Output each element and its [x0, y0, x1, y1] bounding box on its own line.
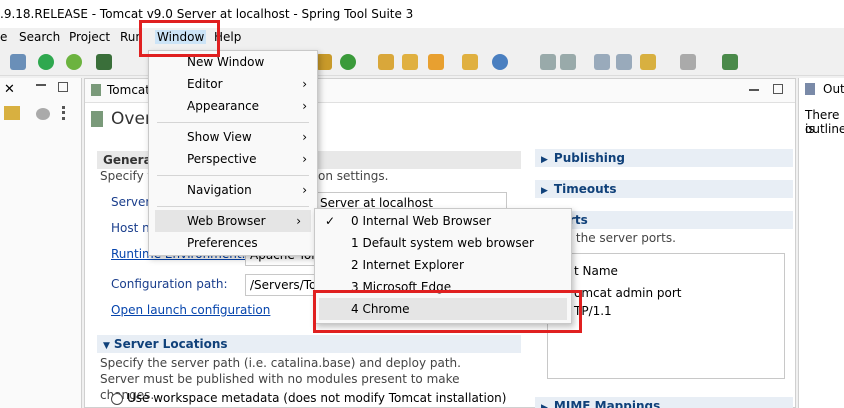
checkmark-icon: ✓: [325, 214, 336, 228]
server-locations-title: Server Locations: [113, 337, 228, 351]
pin-icon[interactable]: [10, 54, 26, 70]
menu-item-editor[interactable]: Editor ›: [149, 73, 317, 95]
chevron-right-icon: ›: [302, 152, 307, 166]
highlight-chrome-option: [313, 290, 582, 333]
window-menu: New Window Editor › Appearance › Show View…: [148, 50, 318, 256]
window-title: .9.18.RELEASE - Tomcat v9.0 Server at lo…: [0, 0, 844, 28]
browser-option-default[interactable]: 1 Default system web browser: [315, 232, 571, 254]
menu-item-preferences[interactable]: Preferences: [149, 232, 317, 254]
chevron-right-icon: ›: [302, 77, 307, 91]
menu-search[interactable]: Search: [19, 30, 60, 44]
menu-item-navigation[interactable]: Navigation ›: [149, 179, 317, 201]
collapse-icon: ▶: [541, 155, 548, 165]
main-toolbar: [0, 50, 844, 76]
outline-text-2: outline.: [805, 122, 844, 136]
folder-icon[interactable]: [402, 54, 418, 70]
menu-item-appearance[interactable]: Appearance ›: [149, 95, 317, 117]
menu-separator: [157, 122, 309, 123]
menu-bar: e Search Project Run Window Help: [0, 28, 844, 50]
debug-icon[interactable]: [96, 54, 112, 70]
table-row[interactable]: omcat admin port: [574, 286, 682, 300]
annotation-icon[interactable]: [540, 54, 556, 70]
menu-separator: [157, 206, 309, 207]
menu-project[interactable]: Project: [69, 30, 110, 44]
configuration-path-label: Configuration path:: [111, 277, 228, 291]
perspective-icon[interactable]: [722, 54, 738, 70]
outline-panel: Out There is outline.: [798, 78, 844, 408]
menu-item-show-view[interactable]: Show View ›: [149, 126, 317, 148]
outline-tab[interactable]: Out: [823, 82, 844, 96]
view-menu-icon[interactable]: [62, 106, 66, 120]
collapse-icon: ▶: [541, 186, 548, 196]
spring-icon[interactable]: [66, 54, 82, 70]
link-editor-icon[interactable]: [4, 106, 20, 120]
chevron-right-icon: ›: [302, 183, 307, 197]
power-icon[interactable]: [38, 54, 54, 70]
publishing-header[interactable]: ▶ Publishing: [535, 149, 793, 167]
expand-icon: ▼: [103, 341, 110, 351]
left-panel: ✕: [0, 78, 82, 408]
outline-icon: [805, 83, 815, 95]
minimize-icon[interactable]: [36, 84, 46, 86]
server-label: Server: [111, 195, 151, 209]
close-icon[interactable]: ✕: [4, 82, 15, 97]
browser-option-internal[interactable]: ✓ 0 Internal Web Browser: [315, 210, 571, 232]
next-edit-icon[interactable]: [616, 54, 632, 70]
open-launch-configuration-link[interactable]: Open launch configuration: [111, 303, 270, 317]
timeouts-header[interactable]: ▶ Timeouts: [535, 180, 793, 198]
browser-option-ie[interactable]: 2 Internet Explorer: [315, 254, 571, 276]
chevron-right-icon: ›: [302, 130, 307, 144]
chevron-right-icon: ›: [296, 214, 301, 228]
minimize-icon[interactable]: [749, 89, 759, 91]
overview-icon: [91, 111, 103, 127]
globe-icon[interactable]: [492, 54, 508, 70]
chevron-right-icon: ›: [302, 99, 307, 113]
open-task-icon[interactable]: [462, 54, 478, 70]
workspace-metadata-radio[interactable]: [111, 393, 123, 405]
menu-separator: [157, 175, 309, 176]
maximize-icon[interactable]: [773, 84, 783, 94]
server-icon: [91, 84, 101, 96]
filter-icon[interactable]: [36, 108, 50, 120]
back-icon[interactable]: [640, 54, 656, 70]
server-locations-header[interactable]: ▼ Server Locations: [97, 335, 521, 353]
next-annotation-icon[interactable]: [560, 54, 576, 70]
general-desc: Specify t: [100, 169, 153, 183]
open-folder-icon[interactable]: [378, 54, 394, 70]
menu-item-perspective[interactable]: Perspective ›: [149, 148, 317, 170]
package-icon[interactable]: [316, 54, 332, 70]
ports-header[interactable]: rts: [535, 211, 793, 229]
highlight-window-menu: [139, 20, 220, 57]
run-config-icon[interactable]: [340, 54, 356, 70]
page-title: Over: [111, 109, 152, 129]
prev-edit-icon[interactable]: [594, 54, 610, 70]
general-desc-suffix: on settings.: [318, 169, 389, 183]
maximize-icon[interactable]: [58, 82, 68, 92]
ports-desc: y the server ports.: [565, 231, 676, 245]
editor-tab[interactable]: Tomcat: [107, 83, 150, 97]
menu-item-web-browser[interactable]: Web Browser ›: [155, 210, 311, 232]
wand-icon[interactable]: [428, 54, 444, 70]
ports-table: t Name omcat admin port TP/1.1: [547, 253, 785, 379]
port-name-column: t Name: [574, 264, 618, 278]
workspace-metadata-label: Use workspace metadata (does not modify …: [127, 391, 507, 405]
menu-edit[interactable]: e: [0, 30, 7, 44]
collapse-icon: ▶: [541, 403, 548, 408]
mime-mappings-header[interactable]: ▶ MIME Mappings: [535, 397, 793, 408]
forward-icon[interactable]: [680, 54, 696, 70]
